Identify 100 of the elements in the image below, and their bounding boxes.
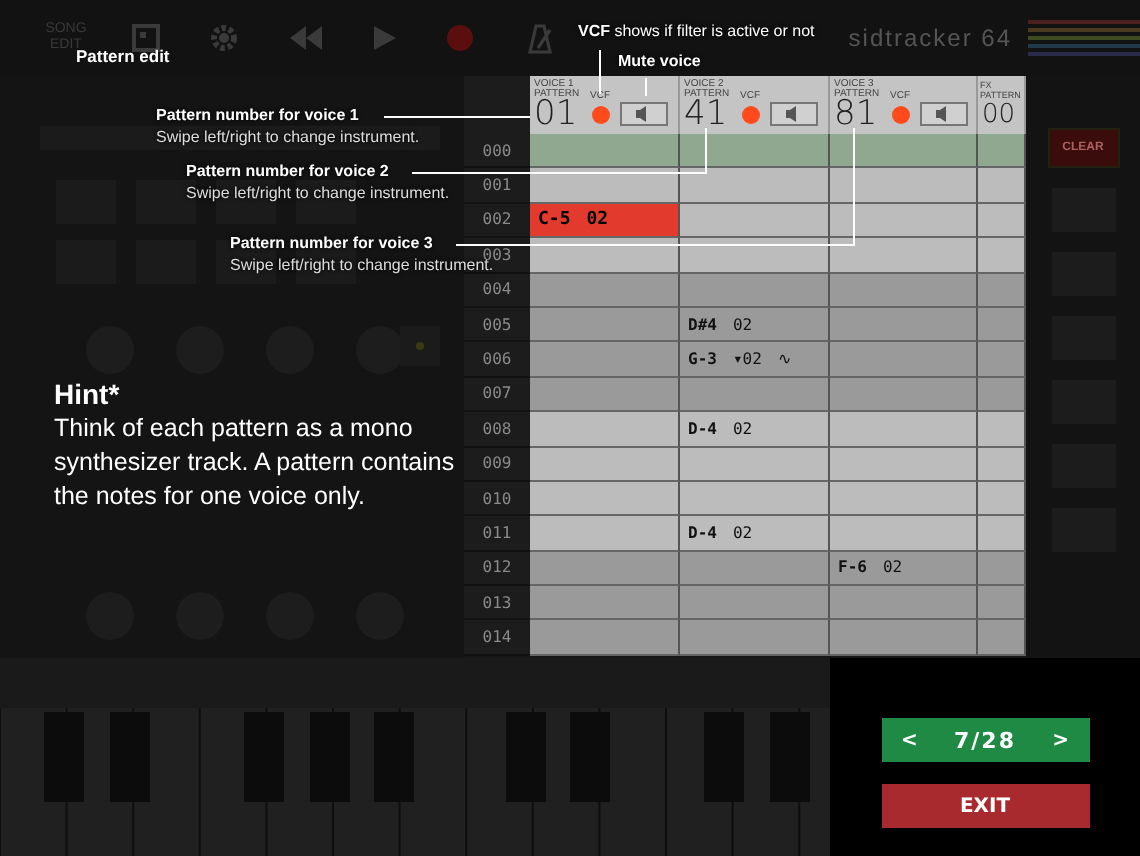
note-text: D-4 [688, 419, 717, 438]
pattern-cell[interactable] [830, 377, 978, 413]
pattern-cell[interactable] [680, 273, 830, 308]
pattern-cell[interactable] [830, 516, 978, 552]
pattern-cell[interactable] [680, 377, 830, 413]
pattern-cell[interactable] [830, 412, 978, 448]
pattern-cell[interactable] [530, 412, 680, 448]
callout-title: Pattern number for voice 1 [156, 106, 359, 124]
pattern-cell[interactable]: C-5 02 [530, 203, 680, 239]
pattern-cell[interactable]: G-3 ▾02 ∿ [680, 342, 830, 378]
leader-line [599, 49, 601, 95]
fx-cell[interactable] [978, 377, 1026, 413]
pattern-cell[interactable] [830, 238, 978, 274]
pattern-cell[interactable]: F-6 02 [830, 551, 978, 587]
callout-title: VCF shows if filter is active or not [578, 22, 815, 40]
fx-cell[interactable] [978, 342, 1026, 378]
fx-cell[interactable] [978, 307, 1026, 343]
pattern-cell[interactable] [680, 203, 830, 239]
pattern-cell[interactable]: D-4 02 [680, 412, 830, 448]
pattern-cell[interactable] [830, 273, 978, 308]
pattern-cell[interactable] [830, 620, 978, 656]
pattern-number[interactable]: 01 [534, 98, 578, 132]
pattern-cell[interactable] [680, 168, 830, 204]
fx-cell[interactable] [978, 551, 1026, 587]
pattern-cell[interactable] [530, 516, 680, 552]
exit-button[interactable]: EXIT [881, 784, 1089, 828]
mute-button[interactable] [620, 102, 668, 126]
pattern-cell[interactable]: D#4 02 [680, 307, 830, 343]
pattern-cell[interactable] [680, 481, 830, 517]
app-title: sidtracker 64 [848, 24, 1012, 52]
fx-cell[interactable] [978, 586, 1026, 621]
callout-title: Mute voice [618, 52, 701, 70]
fx-cell[interactable] [978, 238, 1026, 274]
pattern-cell[interactable] [530, 481, 680, 517]
pattern-cell[interactable] [830, 342, 978, 378]
pattern-cell[interactable] [680, 134, 830, 169]
fx-cell[interactable] [978, 481, 1026, 517]
pattern-cell[interactable] [680, 551, 830, 587]
instrument-number: 02 [732, 315, 753, 334]
pattern-cell[interactable] [830, 307, 978, 343]
mute-button[interactable] [770, 102, 818, 126]
callout-title: Pattern number for voice 3 [230, 234, 433, 252]
pattern-cell[interactable] [530, 134, 680, 169]
mute-button[interactable] [920, 102, 968, 126]
callout-description: Swipe left/right to change instrument. [156, 128, 420, 146]
effect-symbol: ∿ [777, 350, 792, 369]
note-text: F-6 [838, 558, 867, 577]
pattern-cell[interactable]: D-4 02 [680, 516, 830, 552]
fx-cell[interactable] [978, 203, 1026, 239]
pattern-cell[interactable] [530, 586, 680, 621]
pattern-cell[interactable] [680, 586, 830, 621]
pattern-cell[interactable] [830, 134, 978, 169]
pattern-number[interactable]: 81 [834, 98, 878, 132]
row-number: 014 [464, 620, 530, 656]
note-text: G-3 [688, 350, 717, 369]
pattern-edit-icon[interactable] [132, 24, 160, 52]
row-number: 013 [464, 586, 530, 621]
previous-button[interactable]: < [881, 718, 938, 762]
pattern-cell[interactable] [530, 342, 680, 378]
pattern-number[interactable]: 41 [684, 98, 728, 132]
pattern-cell[interactable] [530, 238, 680, 274]
row-number: 012 [464, 551, 530, 587]
note-text: D-4 [688, 523, 717, 542]
play-icon[interactable] [372, 24, 398, 52]
settings-icon[interactable] [208, 22, 240, 54]
pattern-cell[interactable] [530, 447, 680, 482]
note-text: D#4 [688, 315, 717, 334]
fx-cell[interactable] [978, 134, 1026, 169]
pattern-cell[interactable] [680, 238, 830, 274]
pattern-cell[interactable] [830, 481, 978, 517]
pattern-number[interactable]: 00 [982, 98, 1016, 132]
fx-cell[interactable] [978, 620, 1026, 656]
row-number: 007 [464, 377, 530, 413]
pattern-cell[interactable] [530, 168, 680, 204]
rewind-icon[interactable] [288, 24, 324, 52]
fx-cell[interactable] [978, 273, 1026, 308]
pattern-cell[interactable] [680, 620, 830, 656]
note-text: C-5 [538, 209, 571, 230]
instrument-number: ▾02 [732, 350, 762, 369]
next-button[interactable]: > [1032, 718, 1089, 762]
fx-cell[interactable] [978, 412, 1026, 448]
fx-cell[interactable] [978, 516, 1026, 552]
pattern-cell[interactable] [830, 203, 978, 239]
pattern-cell[interactable] [830, 586, 978, 621]
row-number: 000 [464, 134, 530, 169]
fx-cell[interactable] [978, 447, 1026, 482]
pattern-cell[interactable] [530, 551, 680, 587]
row-number: 005 [464, 307, 530, 343]
fx-cell[interactable] [978, 168, 1026, 204]
pattern-cell[interactable] [530, 377, 680, 413]
pattern-cell[interactable] [830, 168, 978, 204]
pattern-cell[interactable] [530, 307, 680, 343]
pattern-cell[interactable] [530, 273, 680, 308]
row-number: 001 [464, 168, 530, 204]
pattern-cell[interactable] [830, 447, 978, 482]
metronome-icon[interactable] [522, 23, 554, 53]
instrument-number: 02 [732, 419, 753, 438]
instrument-number: 02 [732, 523, 753, 542]
pattern-cell[interactable] [530, 620, 680, 656]
pattern-cell[interactable] [680, 447, 830, 482]
